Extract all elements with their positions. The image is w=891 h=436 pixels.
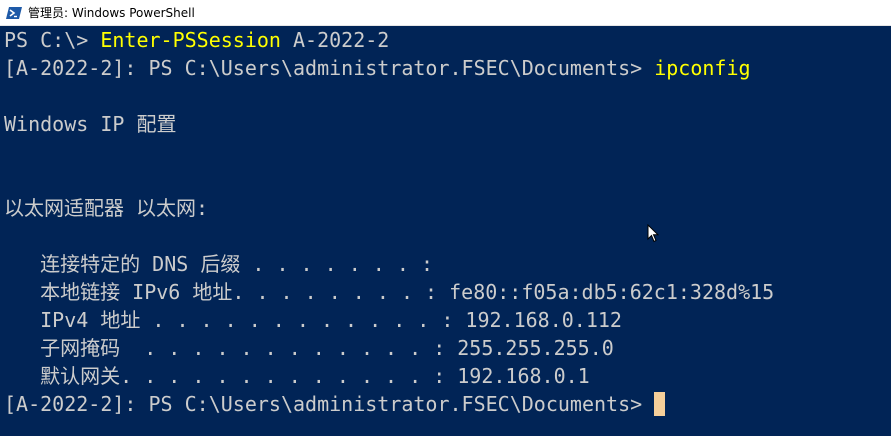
output-line: Windows IP 配置 <box>4 112 177 136</box>
output-line: 本地链接 IPv6 地址. . . . . . . . : fe80::f05a… <box>4 280 775 304</box>
output-line: 子网掩码 . . . . . . . . . . . . : 255.255.2… <box>4 336 614 360</box>
powershell-icon <box>6 5 22 21</box>
argument-text: A-2022-2 <box>280 28 390 52</box>
console-line: [A-2022-2]: PS C:\Users\administrator.FS… <box>4 390 891 418</box>
prompt-text: PS C:\> <box>4 28 101 52</box>
console-area[interactable]: PS C:\> Enter-PSSession A-2022-2 [A-2022… <box>0 26 891 436</box>
window-title: 管理员: Windows PowerShell <box>28 6 195 20</box>
mouse-pointer-icon <box>647 224 659 243</box>
command-text: Enter-PSSession <box>100 28 281 52</box>
title-bar[interactable]: 管理员: Windows PowerShell <box>0 0 891 26</box>
console-line: [A-2022-2]: PS C:\Users\administrator.FS… <box>4 54 891 82</box>
output-line: 默认网关. . . . . . . . . . . . . : 192.168.… <box>4 364 590 388</box>
output-line: 以太网适配器 以太网: <box>4 196 209 220</box>
prompt-text: [A-2022-2]: PS C:\Users\administrator.FS… <box>4 392 643 416</box>
prompt-text: [A-2022-2]: PS C:\Users\administrator.FS… <box>4 56 655 80</box>
output-line: IPv4 地址 . . . . . . . . . . . . : 192.16… <box>4 308 622 332</box>
console-line: PS C:\> Enter-PSSession A-2022-2 <box>4 26 891 54</box>
command-text: ipconfig <box>654 56 751 80</box>
output-line: 连接特定的 DNS 后缀 . . . . . . . : <box>4 252 433 276</box>
text-cursor <box>654 392 666 416</box>
